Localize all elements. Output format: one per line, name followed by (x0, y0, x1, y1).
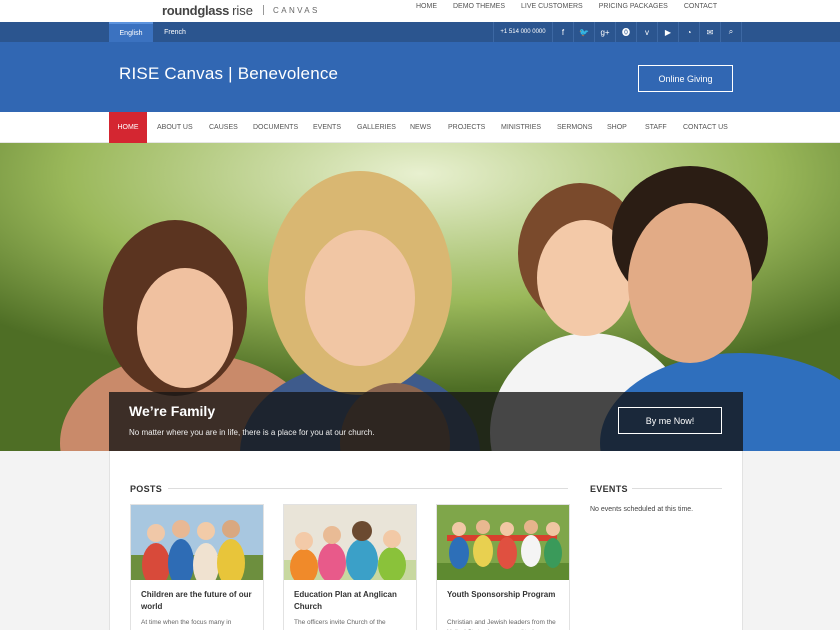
top-bar: roundglass rise CANVAS HOME DEMO THEMES … (0, 0, 840, 22)
post-image-education[interactable] (284, 505, 416, 580)
top-nav-demo-themes[interactable]: DEMO THEMES (453, 3, 505, 10)
hero-caption: We’re Family No matter where you are in … (109, 392, 743, 451)
post-title[interactable]: Children are the future of our world (141, 589, 259, 613)
twitter-icon[interactable]: 🐦 (574, 22, 595, 42)
rss-icon[interactable]: ◔ (679, 22, 700, 42)
post-card[interactable]: Children are the future of our world At … (130, 504, 264, 630)
nav-galleries[interactable]: GALLERIES (357, 112, 396, 143)
logo-wordmark: roundglass (162, 2, 230, 18)
nav-home[interactable]: HOME (109, 112, 147, 143)
nav-news[interactable]: NEWS (410, 112, 431, 143)
phone-number: +1 514 000 0000 (493, 22, 553, 42)
top-nav-home[interactable]: HOME (416, 3, 437, 10)
post-card[interactable]: Education Plan at Anglican Church The of… (283, 504, 417, 630)
site-header: RISE Canvas | Benevolence Online Giving (0, 42, 840, 112)
language-bar: English French +1 514 000 0000 f 🐦 g+ ⓿ … (0, 22, 840, 42)
nav-causes[interactable]: CAUSES (209, 112, 238, 143)
post-card[interactable]: Youth Sponsorship Program Christian and … (436, 504, 570, 630)
nav-sermons[interactable]: SERMONS (557, 112, 592, 143)
search-icon[interactable]: ⌕ (721, 22, 742, 42)
email-icon[interactable]: ✉ (700, 22, 721, 42)
hero-banner: We’re Family No matter where you are in … (0, 143, 840, 451)
post-image-youth[interactable] (437, 505, 569, 580)
nav-staff[interactable]: STAFF (645, 112, 667, 143)
site-title[interactable]: RISE Canvas | Benevolence (119, 64, 338, 84)
nav-contact-us[interactable]: CONTACT US (683, 112, 728, 143)
pinterest-icon[interactable]: ⓿ (616, 22, 637, 42)
events-empty-note: No events scheduled at this time. (590, 506, 694, 513)
vimeo-icon[interactable]: v (637, 22, 658, 42)
facebook-icon[interactable]: f (553, 22, 574, 42)
lang-english[interactable]: English (109, 22, 153, 42)
online-giving-button[interactable]: Online Giving (638, 65, 733, 92)
post-title[interactable]: Youth Sponsorship Program (447, 589, 565, 601)
top-nav: HOME DEMO THEMES LIVE CUSTOMERS PRICING … (416, 3, 733, 10)
post-title[interactable]: Education Plan at Anglican Church (294, 589, 412, 613)
nav-projects[interactable]: PROJECTS (448, 112, 485, 143)
nav-shop[interactable]: SHOP (607, 112, 627, 143)
logo[interactable]: roundglass rise CANVAS (162, 1, 320, 19)
top-nav-pricing[interactable]: PRICING PACKAGES (599, 3, 668, 10)
youtube-icon[interactable]: ▶ (658, 22, 679, 42)
post-excerpt: Christian and Jewish leaders from the Un… (447, 619, 556, 630)
events-divider (632, 488, 722, 489)
post-excerpt: The officers invite Church of the (294, 619, 386, 626)
hero-subtitle: No matter where you are in life, there i… (129, 428, 375, 437)
post-image-children[interactable] (131, 505, 263, 580)
top-nav-contact[interactable]: CONTACT (684, 3, 717, 10)
content-area: POSTS Children are the future of our wor… (109, 451, 743, 630)
nav-about-us[interactable]: ABOUT US (157, 112, 193, 143)
google-plus-icon[interactable]: g+ (595, 22, 616, 42)
nav-documents[interactable]: DOCUMENTS (253, 112, 298, 143)
logo-canvas: CANVAS (273, 5, 320, 15)
nav-ministries[interactable]: MINISTRIES (501, 112, 541, 143)
hero-title: We’re Family (129, 403, 216, 419)
hero-cta-button[interactable]: By me Now! (618, 407, 722, 434)
events-heading: EVENTS (590, 484, 628, 494)
lang-french[interactable]: French (153, 22, 197, 42)
logo-rise: rise (232, 2, 254, 18)
posts-heading: POSTS (130, 484, 163, 494)
top-nav-live-customers[interactable]: LIVE CUSTOMERS (521, 3, 583, 10)
post-excerpt: At time when the focus many in (141, 619, 232, 626)
logo-divider (263, 5, 265, 15)
posts-divider (168, 488, 568, 489)
main-nav: HOME ABOUT US CAUSES DOCUMENTS EVENTS GA… (0, 112, 840, 143)
nav-events[interactable]: EVENTS (313, 112, 341, 143)
